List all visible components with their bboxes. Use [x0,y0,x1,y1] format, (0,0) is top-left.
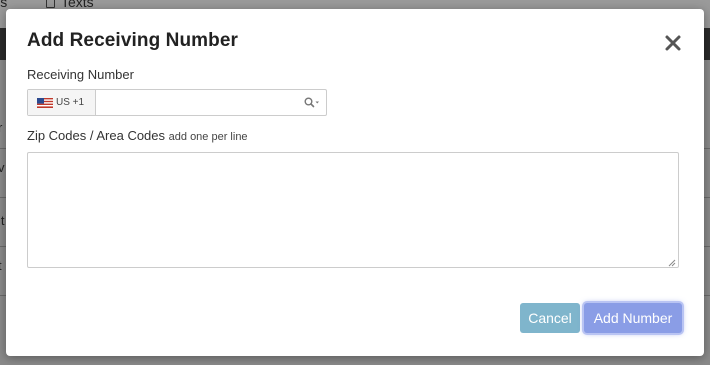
zip-codes-textarea[interactable] [27,152,679,268]
cancel-button[interactable]: Cancel [520,303,580,333]
modal-title: Add Receiving Number [27,30,239,51]
background-text: it [0,213,5,228]
phone-icon [46,0,55,8]
receiving-number-field: US +1 [27,89,327,116]
background-text: r [0,120,3,135]
background-text: t [0,258,2,273]
country-code-value: US +1 [56,97,85,108]
add-number-button[interactable]: Add Number [584,303,682,333]
country-code-select[interactable]: US +1 [28,90,96,115]
add-receiving-number-modal: Add Receiving Number Receiving Number US… [6,9,704,356]
search-icon[interactable] [304,97,320,108]
background-text: v [0,160,5,175]
zip-codes-label-text: Zip Codes / Area Codes [27,128,166,143]
close-icon[interactable] [663,33,683,53]
zip-codes-label: Zip Codes / Area Codes add one per line [27,128,248,143]
zip-codes-hint: add one per line [168,131,248,143]
receiving-number-label: Receiving Number [27,67,134,82]
us-flag-icon [37,97,53,108]
resize-handle-icon[interactable] [668,259,676,267]
phone-number-input[interactable] [97,91,305,113]
